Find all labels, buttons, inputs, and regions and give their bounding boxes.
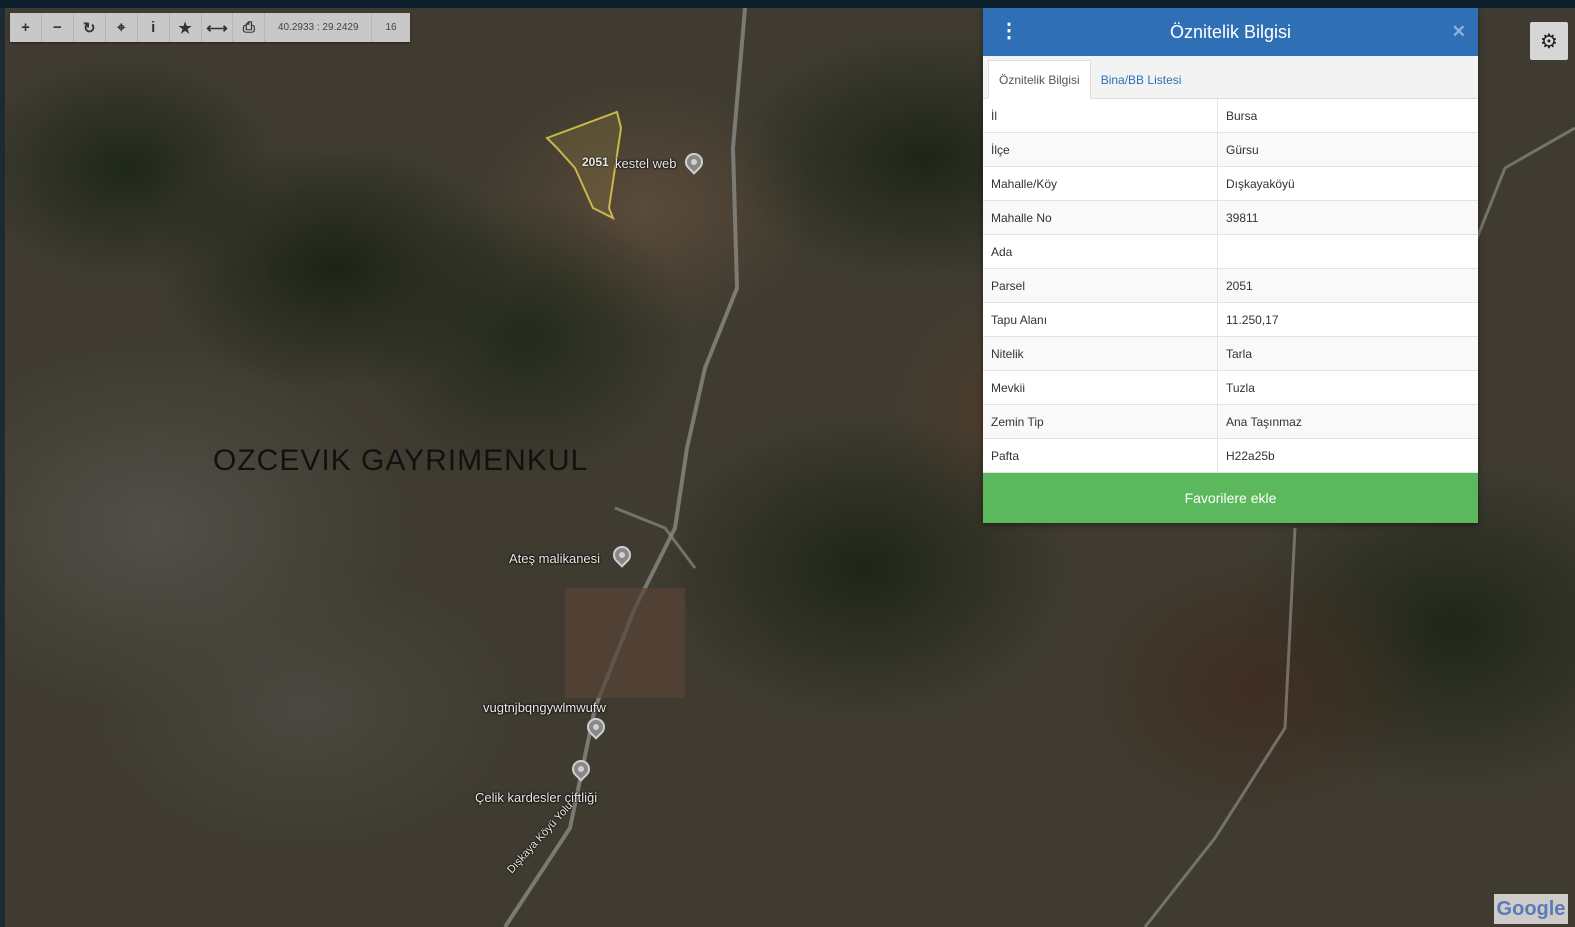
settings-button[interactable]: ⚙: [1530, 22, 1568, 60]
minus-icon: −: [53, 19, 62, 36]
table-row: Parsel 2051: [983, 268, 1478, 303]
menu-icon[interactable]: ⋮: [999, 21, 1019, 41]
top-bar: [0, 0, 1575, 8]
print-button[interactable]: ⎙: [233, 13, 266, 42]
attribute-key: İl: [983, 99, 1218, 133]
attribute-value: Ana Taşınmaz: [1217, 404, 1478, 439]
table-row: İl Bursa: [983, 99, 1478, 133]
attribute-value: 2051: [1217, 268, 1478, 303]
attribute-key: Tapu Alanı: [983, 302, 1218, 337]
place-label-kestel-web[interactable]: kestel web: [615, 156, 676, 171]
locate-button[interactable]: ⌖: [106, 13, 138, 42]
east-road: [1143, 527, 1297, 927]
favorite-button[interactable]: ★: [170, 13, 202, 42]
print-icon: ⎙: [242, 19, 255, 36]
measure-icon: ⟷: [206, 19, 228, 37]
close-icon[interactable]: ✕: [1452, 22, 1466, 42]
table-row: Mahalle/Köy Dışkayaköyü: [983, 166, 1478, 201]
attribute-key: Mevkii: [983, 370, 1218, 405]
table-row: Zemin Tip Ana Taşınmaz: [983, 404, 1478, 439]
panel-title: Öznitelik Bilgisi: [1169, 21, 1292, 42]
attribute-key: Parsel: [983, 268, 1218, 303]
attribute-value: [1217, 234, 1478, 269]
star-icon: ★: [178, 19, 192, 37]
refresh-button[interactable]: ↻: [74, 13, 106, 42]
info-button[interactable]: i: [138, 13, 170, 42]
place-label-celik-ciftligi[interactable]: Çelik kardesler çiftliği: [475, 790, 597, 805]
attribute-key: Ada: [983, 234, 1218, 269]
attribute-key: Zemin Tip: [983, 404, 1218, 439]
zoom-level: 16: [385, 22, 397, 33]
measure-button[interactable]: ⟷: [202, 13, 234, 42]
attribute-key: Nitelik: [983, 336, 1218, 371]
attribute-key: Mahalle/Köy: [983, 166, 1218, 201]
plus-icon: +: [21, 19, 30, 36]
info-icon: i: [151, 19, 156, 36]
locate-icon: ⌖: [117, 19, 126, 36]
attribute-value: H22a25b: [1217, 438, 1478, 473]
attribute-panel: ⋮ Öznitelik Bilgisi ✕ Öznitelik Bilgisi …: [983, 8, 1478, 523]
table-row: Tapu Alanı 11.250,17: [983, 302, 1478, 337]
zoom-out-button[interactable]: −: [42, 13, 74, 42]
panel-header: ⋮ Öznitelik Bilgisi ✕: [983, 8, 1478, 56]
tab-attributes[interactable]: Öznitelik Bilgisi: [988, 60, 1091, 99]
table-row: Pafta H22a25b: [983, 438, 1478, 473]
table-row: Mahalle No 39811: [983, 200, 1478, 235]
map-toolbar: + − ↻ ⌖ i ★ ⟷ ⎙ 40.2933 : 29.2429 16: [10, 13, 410, 42]
refresh-icon: ↻: [83, 19, 96, 37]
side-road: [1463, 126, 1575, 269]
attribute-key: Pafta: [983, 438, 1218, 473]
table-row: Nitelik Tarla: [983, 336, 1478, 371]
attribute-value: Gürsu: [1217, 132, 1478, 167]
attribute-key: İlçe: [983, 132, 1218, 167]
place-label-ates-malikanesi[interactable]: Ateş malikanesi: [509, 551, 600, 566]
gear-icon: ⚙: [1540, 30, 1558, 53]
panel-tabs: Öznitelik Bilgisi Bina/BB Listesi: [983, 56, 1478, 99]
attribute-value: Tarla: [1217, 336, 1478, 371]
google-logo: Google: [1494, 894, 1568, 924]
place-label-vugtnj[interactable]: vugtnjbqngywlmwufw: [483, 700, 606, 715]
village-area: [565, 588, 685, 698]
watermark-text: OZCEVIK GAYRIMENKUL: [213, 444, 589, 477]
attribute-value: Tuzla: [1217, 370, 1478, 405]
coordinates-readout: 40.2933 : 29.2429: [265, 13, 373, 42]
attribute-value: Bursa: [1217, 99, 1478, 133]
table-row: İlçe Gürsu: [983, 132, 1478, 167]
table-row: Mevkii Tuzla: [983, 370, 1478, 405]
attribute-key: Mahalle No: [983, 200, 1218, 235]
attribute-value: Dışkayaköyü: [1217, 166, 1478, 201]
table-row: Ada: [983, 234, 1478, 269]
tab-building-list[interactable]: Bina/BB Listesi: [1091, 61, 1192, 98]
attribute-value: 39811: [1217, 200, 1478, 235]
attribute-value: 11.250,17: [1217, 302, 1478, 337]
attribute-table: İl Bursa İlçe Gürsu Mahalle/Köy Dışkayaköyü Ma…: [983, 99, 1478, 473]
add-to-favorites-button[interactable]: Favorilere ekle: [983, 473, 1478, 523]
zoom-in-button[interactable]: +: [10, 13, 42, 42]
parcel-number-label: 2051: [582, 155, 609, 169]
